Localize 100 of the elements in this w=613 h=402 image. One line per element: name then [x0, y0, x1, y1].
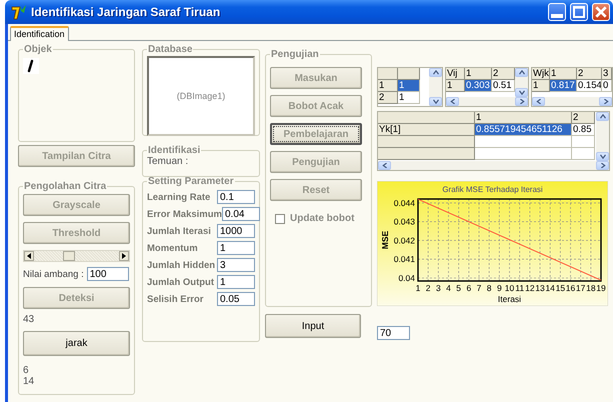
parameter-field[interactable]: 0.04	[222, 207, 260, 221]
parameter-field[interactable]: 1000	[217, 224, 255, 238]
column-header	[378, 68, 398, 80]
tick-label: 8	[486, 283, 492, 293]
chevron-right-icon	[602, 99, 608, 104]
group-title: Objek	[23, 44, 53, 55]
tick-label: 12	[525, 283, 535, 293]
parameter-label: Jumlah Iterasi	[147, 226, 211, 236]
checkbox-label: Update bobot	[290, 213, 354, 224]
app-icon	[11, 4, 27, 20]
scroll-right-button[interactable]	[119, 251, 129, 261]
data-grid[interactable]: 1 2 Yk[1] 0.855719454651126 0.85	[377, 111, 610, 171]
scroll-down-button[interactable]	[596, 152, 609, 161]
tick-label: 19	[596, 283, 606, 293]
tick-label: 0.041	[394, 254, 415, 264]
grid-cell: 1	[398, 80, 420, 92]
scroll-up-button[interactable]	[429, 68, 442, 77]
group-title: Setting Parameter	[147, 176, 235, 187]
vertical-scrollbar[interactable]	[596, 112, 609, 161]
result-text: 14	[23, 376, 36, 387]
tick-label: 15	[556, 283, 566, 293]
tick-label: 10	[504, 283, 514, 293]
grid-cell: 0.303	[465, 80, 492, 92]
tick-label: 0.044	[394, 198, 415, 208]
parameter-field[interactable]: 0.1	[217, 190, 255, 204]
grid-cell: 0.85	[572, 124, 595, 136]
maximize-button[interactable]	[570, 3, 588, 21]
group-title: Database	[147, 44, 194, 55]
tick-label: 3	[436, 283, 441, 293]
group-title: Pengolahan Citra	[23, 181, 108, 192]
result-text: 6	[23, 365, 30, 376]
column-header: 2	[572, 112, 595, 124]
parameter-field[interactable]: 3	[217, 258, 255, 272]
column-header: 1	[475, 112, 572, 124]
parameter-label: Learning Rate	[147, 192, 210, 202]
tab[interactable]: Identification	[10, 26, 69, 41]
tick-label: 16	[566, 283, 576, 293]
data-grid[interactable]: Vij 1 2 1 0.303 0.51	[445, 67, 529, 107]
grid-cell: 0	[602, 80, 612, 92]
row-header: 1	[378, 80, 398, 92]
close-icon	[595, 6, 607, 18]
data-grid[interactable]: 1 1 2 1	[377, 67, 443, 107]
tick-label: 0.042	[394, 235, 415, 246]
scroll-left-button[interactable]	[24, 251, 34, 261]
vertical-scrollbar[interactable]	[515, 68, 528, 97]
parameter-field[interactable]: 0.05	[217, 292, 255, 306]
window-title: Identifikasi Jaringan Saraf Tiruan	[31, 5, 222, 19]
row-header: 2	[378, 92, 398, 104]
column-header: 2	[577, 68, 602, 80]
tick-label: 6	[466, 283, 472, 293]
threshold-slider[interactable]	[23, 250, 130, 262]
slider-thumb[interactable]	[62, 251, 75, 261]
chevron-down-icon	[518, 90, 524, 95]
column-header: 1	[550, 68, 577, 80]
tick-label: 17	[576, 283, 586, 293]
minimize-button[interactable]	[548, 3, 566, 21]
value-field[interactable]: 70	[377, 326, 410, 340]
tick-label: 13	[535, 283, 545, 293]
image-field[interactable]: (DBImage1)	[147, 56, 255, 136]
tick-label: 2	[426, 283, 431, 293]
column-header: 3	[602, 68, 612, 80]
tick-label: 14	[545, 283, 555, 293]
chevron-down-icon	[432, 99, 438, 104]
row-header: Yk[1]	[378, 124, 475, 136]
scroll-down-button[interactable]	[515, 88, 528, 97]
row-header: 1	[532, 80, 550, 92]
parameter-field[interactable]: 1	[217, 275, 255, 289]
threshold-label: Nilai ambang :	[23, 268, 84, 280]
chevron-up-icon	[600, 114, 606, 119]
grid-cell: 1	[398, 92, 420, 104]
chart-title: Grafik MSE Terhadap Iterasi	[442, 185, 543, 194]
close-button[interactable]	[592, 3, 610, 21]
tick-label: 5	[456, 283, 462, 293]
tick-label: 4	[446, 283, 451, 293]
checkbox[interactable]	[275, 214, 285, 224]
chevron-left-icon	[382, 163, 388, 168]
scroll-down-button[interactable]	[429, 97, 442, 106]
arrow-right-icon	[121, 253, 127, 259]
vertical-scrollbar[interactable]	[429, 68, 442, 106]
parameter-label: Selisih Error	[147, 294, 204, 304]
grid-cell: 0.817	[550, 80, 577, 92]
result-text: 43	[23, 314, 36, 325]
input-button[interactable]: Input	[265, 314, 361, 338]
threshold-field[interactable]: 100	[86, 267, 129, 281]
parameter-label: Momentum	[147, 242, 198, 254]
chevron-left-icon	[536, 99, 542, 104]
scroll-up-button[interactable]	[596, 112, 609, 121]
chevron-up-icon	[432, 70, 438, 75]
chevron-right-icon	[600, 163, 606, 168]
parameter-label: Jumlah Hidden	[147, 260, 216, 270]
axis-label: Iterasi	[498, 294, 522, 304]
distance-button[interactable]: jarak	[23, 331, 130, 356]
column-header: Vij	[446, 68, 465, 80]
axis-label: MSE	[380, 230, 390, 250]
group-title: Identifikasi	[147, 145, 202, 156]
scroll-up-button[interactable]	[515, 68, 528, 77]
tick-label: 18	[586, 283, 596, 293]
parameter-field[interactable]: 1	[217, 241, 255, 255]
result-label: Temuan :	[147, 156, 190, 167]
chevron-left-icon	[450, 99, 456, 104]
